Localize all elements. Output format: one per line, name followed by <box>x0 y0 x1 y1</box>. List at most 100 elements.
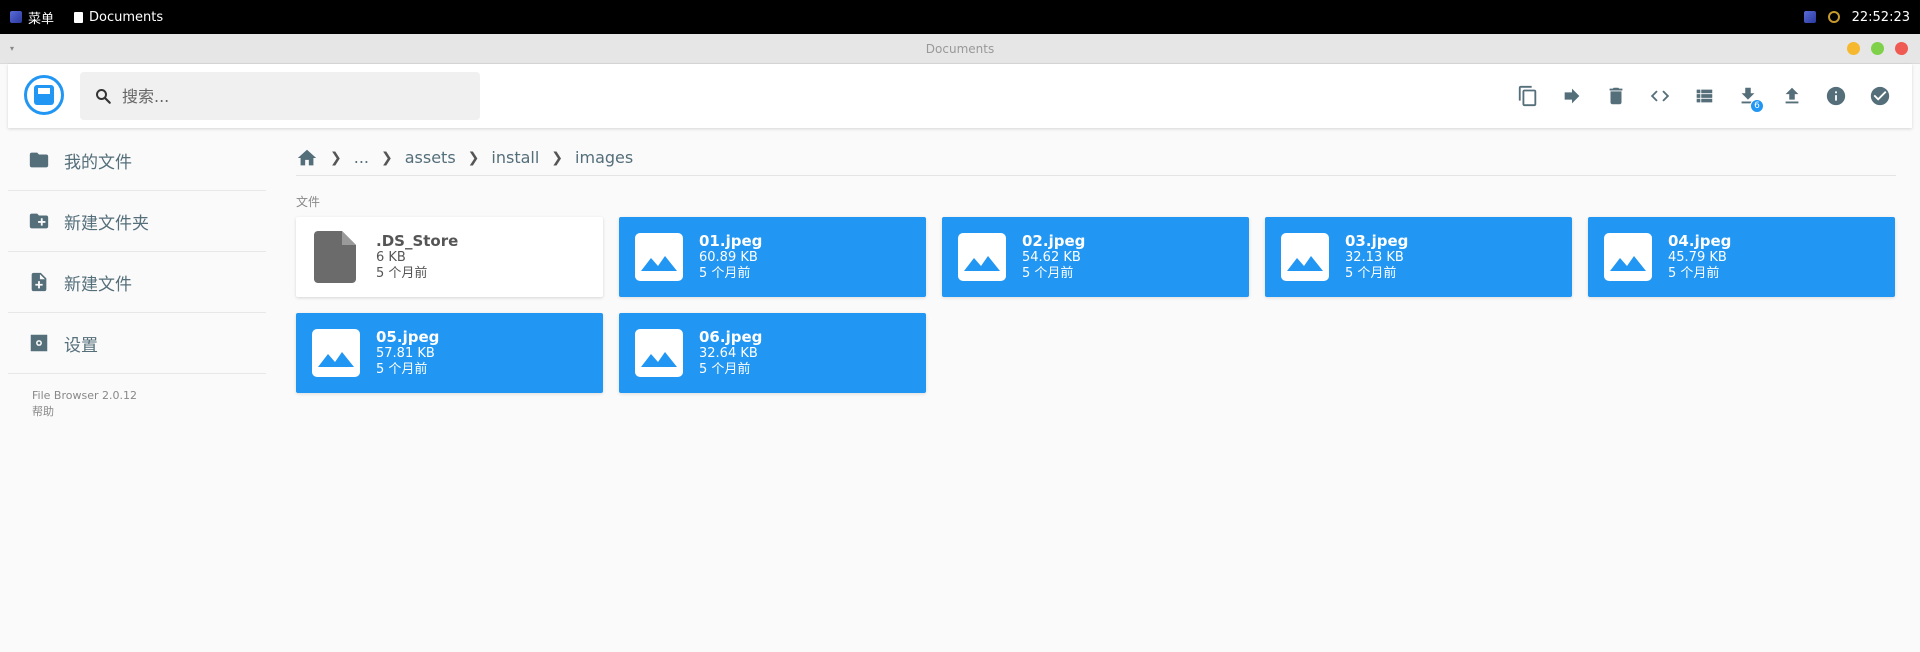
sidebar-item-new-file[interactable]: 新建文件 <box>8 252 266 313</box>
clock: 22:52:23 <box>1851 9 1910 25</box>
chevron-right-icon: ❯ <box>381 149 393 166</box>
delete-icon <box>1609 87 1623 105</box>
upload-button[interactable] <box>1772 76 1812 116</box>
file-item[interactable]: 05.jpeg 57.81 KB 5 个月前 <box>296 313 603 393</box>
tray-search-icon[interactable] <box>1827 11 1840 23</box>
chevron-right-icon: ❯ <box>551 149 564 166</box>
sidebar-item-label: 设置 <box>64 335 98 356</box>
copy-button[interactable] <box>1508 76 1548 116</box>
image-icon <box>956 231 1008 283</box>
sidebar-item-label: 新建文件 <box>64 274 132 295</box>
file-modified: 5 个月前 <box>699 362 751 377</box>
sidebar-footer: File Browser 2.0.12 帮助 <box>8 388 266 420</box>
help-link[interactable]: 帮助 <box>32 404 266 420</box>
file-name: 03.jpeg <box>1345 232 1409 250</box>
file-size: 54.62 KB <box>1022 250 1081 265</box>
info-button[interactable] <box>1816 76 1856 116</box>
window-title: Documents <box>925 41 995 56</box>
delete-button[interactable] <box>1596 76 1636 116</box>
new-folder-icon <box>29 213 49 229</box>
file-item[interactable]: 06.jpeg 32.64 KB 5 个月前 <box>619 313 926 393</box>
taskbar-window-documents[interactable]: Documents <box>74 10 163 25</box>
settings-icon <box>30 334 48 352</box>
files-section-label: 文件 <box>296 195 321 209</box>
menu-button[interactable]: 菜单 <box>10 8 54 27</box>
file-size: 57.81 KB <box>376 346 435 361</box>
sidebar: 我的文件 新建文件夹 新建文件 设置 File Browser 2.0.12 帮… <box>8 130 266 420</box>
file-size: 32.64 KB <box>699 346 758 361</box>
breadcrumb-item-images[interactable]: images <box>575 148 633 167</box>
breadcrumb: ❯ ... ❯ assets ❯ install ❯ images <box>296 140 1896 176</box>
file-item[interactable]: .DS_Store 6 KB 5 个月前 <box>296 217 603 297</box>
search-input[interactable] <box>122 86 462 106</box>
window-menu-icon[interactable]: ▾ <box>10 44 14 53</box>
maximize-button[interactable] <box>1871 42 1884 55</box>
sidebar-item-new-folder[interactable]: 新建文件夹 <box>8 191 266 252</box>
app-header: 6 <box>8 64 1912 128</box>
image-icon <box>1602 231 1654 283</box>
file-modified: 5 个月前 <box>1668 266 1720 281</box>
app-menu-icon <box>10 11 22 23</box>
taskbar-window-label: Documents <box>89 9 164 25</box>
file-item[interactable]: 02.jpeg 54.62 KB 5 个月前 <box>942 217 1249 297</box>
breadcrumb-item-assets[interactable]: assets <box>405 148 456 167</box>
file-grid: .DS_Store 6 KB 5 个月前 01.jpeg 60.89 KB 5 … <box>296 217 1897 393</box>
file-name: 01.jpeg <box>699 232 763 250</box>
file-modified: 5 个月前 <box>376 362 428 377</box>
floppy-disk-icon <box>34 85 54 105</box>
file-name: 04.jpeg <box>1668 232 1732 250</box>
chevron-right-icon: ❯ <box>330 149 342 166</box>
sidebar-item-label: 我的文件 <box>64 152 132 173</box>
menu-label: 菜单 <box>28 11 55 27</box>
app-logo[interactable] <box>24 75 64 115</box>
file-size: 6 KB <box>376 250 406 265</box>
image-icon <box>633 327 685 379</box>
breadcrumb-ellipsis[interactable]: ... <box>354 148 369 167</box>
file-size: 60.89 KB <box>699 250 758 265</box>
view-mode-button[interactable] <box>1684 76 1724 116</box>
version-text: File Browser 2.0.12 <box>32 389 137 402</box>
file-name: 05.jpeg <box>376 328 440 346</box>
home-icon[interactable] <box>296 147 318 169</box>
window-titlebar: ▾ Documents <box>0 34 1920 64</box>
file-modified: 5 个月前 <box>376 266 428 281</box>
new-file-icon <box>31 272 47 292</box>
document-icon <box>74 11 84 23</box>
upload-icon <box>1785 87 1799 104</box>
search-box[interactable] <box>80 72 480 120</box>
document-icon <box>310 231 362 283</box>
tray-app-icon[interactable] <box>1803 11 1816 23</box>
file-modified: 5 个月前 <box>699 266 751 281</box>
file-name: 06.jpeg <box>699 328 763 346</box>
list-view-icon <box>1696 89 1713 103</box>
file-name: .DS_Store <box>376 232 459 250</box>
info-icon <box>1826 86 1846 106</box>
sidebar-item-my-files[interactable]: 我的文件 <box>8 130 266 191</box>
check-circle-icon <box>1870 86 1890 106</box>
image-icon <box>310 327 362 379</box>
file-modified: 5 个月前 <box>1345 266 1397 281</box>
file-name: 02.jpeg <box>1022 232 1086 250</box>
move-button[interactable] <box>1552 76 1592 116</box>
folder-icon <box>29 152 49 168</box>
chevron-right-icon: ❯ <box>467 149 480 166</box>
sidebar-item-label: 新建文件夹 <box>64 213 149 234</box>
file-item[interactable]: 03.jpeg 32.13 KB 5 个月前 <box>1265 217 1572 297</box>
minimize-button[interactable] <box>1847 42 1860 55</box>
file-item[interactable]: 04.jpeg 45.79 KB 5 个月前 <box>1588 217 1895 297</box>
sidebar-item-settings[interactable]: 设置 <box>8 313 266 374</box>
image-icon <box>1279 231 1331 283</box>
breadcrumb-item-install[interactable]: install <box>491 148 539 167</box>
taskbar: 菜单 Documents 22:52:23 <box>0 0 1920 34</box>
select-button[interactable] <box>1860 76 1900 116</box>
move-icon <box>1564 88 1580 104</box>
copy-icon <box>1518 85 1537 107</box>
file-size: 45.79 KB <box>1668 250 1727 265</box>
toolbar: 6 <box>1508 76 1900 116</box>
download-button[interactable]: 6 <box>1728 76 1768 116</box>
close-button[interactable] <box>1895 42 1908 55</box>
file-item[interactable]: 01.jpeg 60.89 KB 5 个月前 <box>619 217 926 297</box>
code-icon <box>1650 90 1670 102</box>
code-button[interactable] <box>1640 76 1680 116</box>
download-count-badge: 6 <box>1750 99 1764 113</box>
